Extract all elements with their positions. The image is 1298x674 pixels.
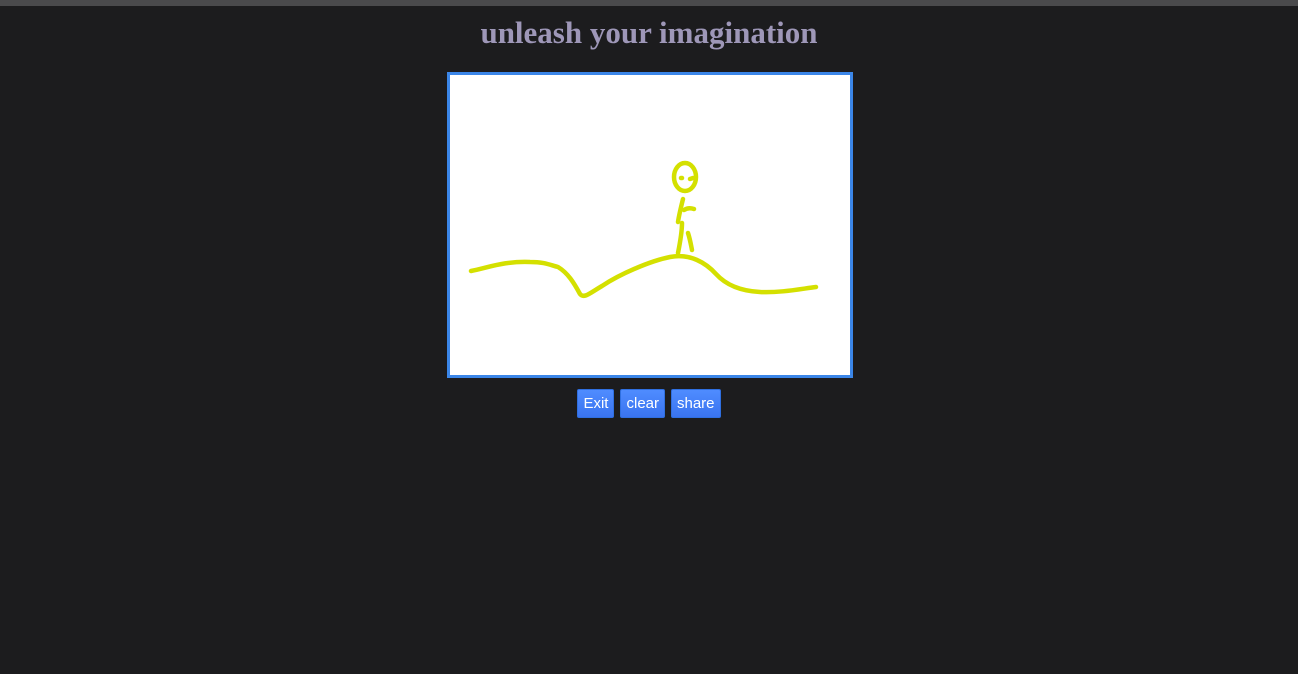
exit-button[interactable]: Exit bbox=[577, 389, 615, 418]
canvas-controls: Exit clear share bbox=[0, 389, 1298, 418]
stick-figure-leg-left bbox=[675, 220, 685, 256]
stick-figure-leg-right bbox=[685, 230, 695, 253]
clear-button[interactable]: clear bbox=[620, 389, 665, 418]
share-button[interactable]: share bbox=[671, 389, 721, 418]
drawing-canvas[interactable] bbox=[447, 72, 853, 378]
browser-top-bar bbox=[0, 0, 1298, 6]
hill-stroke bbox=[468, 253, 819, 299]
page-title: unleash your imagination bbox=[480, 15, 818, 50]
canvas-drawing bbox=[468, 160, 819, 299]
stick-figure-arm bbox=[681, 206, 697, 213]
stick-figure-mouth bbox=[687, 175, 696, 182]
